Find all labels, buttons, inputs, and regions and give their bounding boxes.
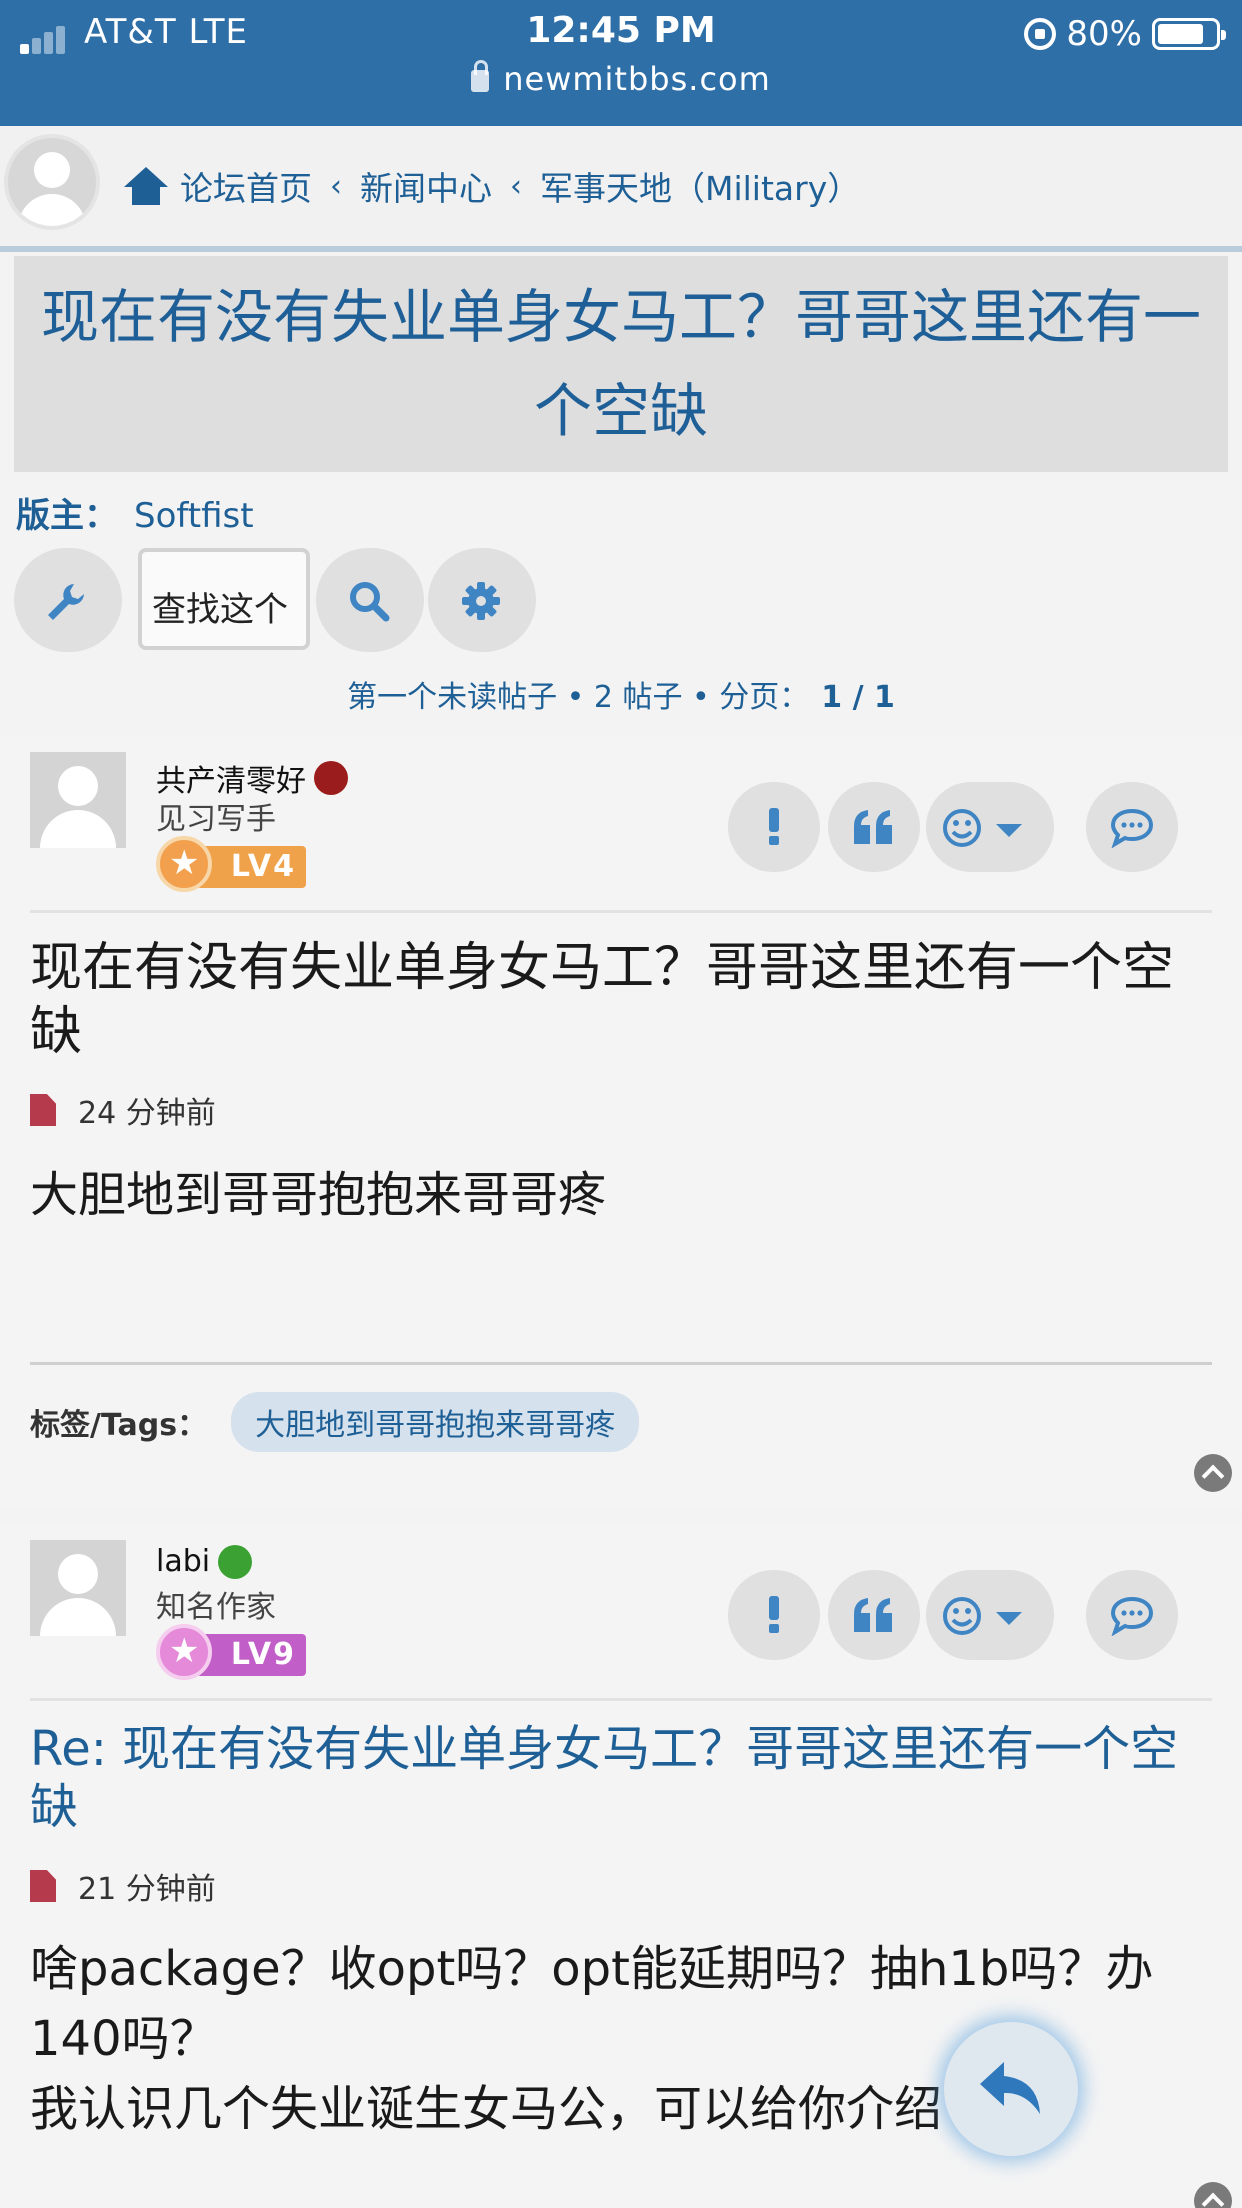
divider — [30, 910, 1212, 913]
reaction-button[interactable] — [926, 1570, 1054, 1660]
address-bar[interactable]: newmitbbs.com — [0, 60, 1242, 98]
post-time: 21 分钟前 — [78, 1872, 216, 1907]
search-input[interactable]: 查找这个 — [138, 548, 310, 650]
moderator-line: 版主： Softfist — [16, 488, 254, 537]
comment-bubble-icon — [1110, 808, 1154, 848]
breadcrumb-news-center[interactable]: 新闻中心 — [360, 162, 492, 210]
exclamation-icon — [769, 808, 779, 845]
status-bar: AT&T LTE 12:45 PM 80% newmitbbs.com — [0, 0, 1242, 126]
rotation-lock-icon — [1024, 18, 1057, 50]
smiley-icon — [943, 1597, 981, 1635]
chevron-left-icon: ‹ — [330, 168, 342, 204]
file-icon — [30, 1094, 56, 1126]
tags-label: 标签/Tags： — [30, 1408, 208, 1443]
breadcrumb-forum-home[interactable]: 论坛首页 — [180, 162, 312, 210]
breadcrumb-military[interactable]: 军事天地（Military） — [540, 162, 860, 210]
advanced-search-button[interactable] — [428, 548, 536, 652]
post-meta: 21 分钟前 — [30, 1864, 216, 1908]
wrench-icon — [48, 584, 84, 620]
comment-button[interactable] — [1086, 782, 1178, 872]
moderator-name[interactable]: Softfist — [134, 496, 254, 536]
quote-button[interactable] — [828, 782, 920, 872]
post-card: 共产清零好 见习写手 LV4 现在有没有失业单身女马工？哥哥这里还有一个空缺 2… — [0, 736, 1242, 1510]
home-icon[interactable] — [124, 167, 168, 205]
report-button[interactable] — [728, 1570, 820, 1660]
post-title[interactable]: Re: 现在有没有失业单身女马工？哥哥这里还有一个空缺 — [30, 1720, 1210, 1836]
url-text: newmitbbs.com — [503, 60, 771, 98]
topic-tools-button[interactable] — [14, 548, 122, 652]
gear-icon — [462, 582, 500, 620]
caret-down-icon — [996, 824, 1022, 837]
breadcrumb: 论坛首页 ‹ 新闻中心 ‹ 军事天地（Military） — [124, 162, 860, 210]
comment-bubble-icon — [1110, 1596, 1154, 1636]
battery-percent: 80% — [1066, 14, 1142, 54]
file-icon — [30, 1870, 56, 1902]
reaction-button[interactable] — [926, 782, 1054, 872]
scroll-top-icon[interactable] — [1194, 2182, 1232, 2208]
moderator-label: 版主： — [16, 496, 118, 536]
caret-down-icon — [996, 1612, 1022, 1625]
topic-toolbar: 查找这个 — [14, 548, 1234, 652]
post-content: 大胆地到哥哥抱抱来哥哥疼 — [30, 1167, 607, 1223]
post-meta: 24 分钟前 — [30, 1088, 216, 1132]
tag-pill[interactable]: 大胆地到哥哥抱抱来哥哥疼 — [231, 1392, 640, 1452]
battery-icon — [1152, 18, 1226, 50]
search-icon — [350, 582, 390, 622]
reply-button[interactable] — [944, 2022, 1078, 2156]
smiley-icon — [943, 809, 981, 847]
chevron-left-icon: ‹ — [510, 168, 522, 204]
scroll-top-icon[interactable] — [1194, 1454, 1232, 1492]
page-count: 1 / 1 — [821, 680, 895, 715]
breadcrumb-bar: 论坛首页 ‹ 新闻中心 ‹ 军事天地（Military） — [0, 126, 1242, 252]
pagination-text: 第一个未读帖子 • 2 帖子 • 分页： — [347, 680, 810, 715]
lock-icon — [471, 60, 490, 92]
divider — [30, 1698, 1212, 1701]
quote-icon — [854, 1598, 892, 1632]
comment-button[interactable] — [1086, 1570, 1178, 1660]
topic-title[interactable]: 现在有没有失业单身女马工？哥哥这里还有一个空缺 — [14, 256, 1228, 472]
post-time: 24 分钟前 — [78, 1096, 216, 1131]
divider — [30, 1362, 1212, 1365]
quote-button[interactable] — [828, 1570, 920, 1660]
report-button[interactable] — [728, 782, 820, 872]
post-title[interactable]: 现在有没有失业单身女马工？哥哥这里还有一个空缺 — [30, 936, 1210, 1064]
battery-group: 80% — [1024, 14, 1226, 54]
exclamation-icon — [769, 1596, 779, 1633]
reply-arrow-icon — [980, 2062, 1040, 2114]
post-actions — [0, 1570, 1242, 1660]
user-avatar[interactable] — [4, 134, 100, 230]
search-button[interactable] — [316, 548, 424, 652]
quote-icon — [854, 810, 892, 844]
pagination-info: 第一个未读帖子 • 2 帖子 • 分页： 1 / 1 — [0, 672, 1242, 716]
post-actions — [0, 782, 1242, 872]
tags-row: 标签/Tags： 大胆地到哥哥抱抱来哥哥疼 — [30, 1392, 640, 1452]
